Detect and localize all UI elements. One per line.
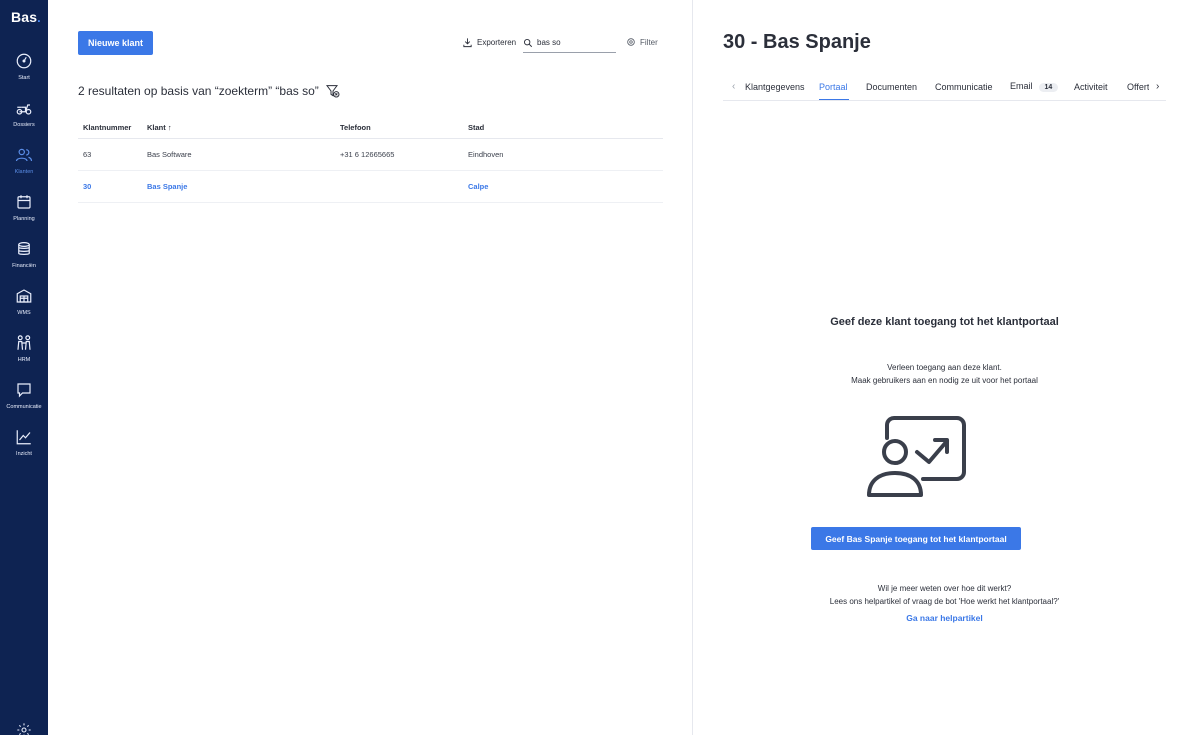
tab-email-label: Email <box>1010 81 1033 91</box>
sidebar-item-label: Communicatie <box>6 404 42 410</box>
sidebar-item-start[interactable]: Start <box>0 52 48 92</box>
cell-stad: Eindhoven <box>463 138 663 171</box>
cell-telefoon: +31 6 12665665 <box>335 138 463 171</box>
tab-documenten[interactable]: Documenten <box>866 82 917 92</box>
cell-telefoon <box>335 170 463 203</box>
download-icon <box>463 38 472 48</box>
clear-filter-icon[interactable] <box>325 83 341 99</box>
column-header-klantnummer[interactable]: Klantnummer <box>78 118 142 139</box>
email-count-badge: 14 <box>1038 83 1059 92</box>
chevron-right-icon[interactable]: › <box>1156 81 1159 92</box>
active-tab-indicator <box>819 99 849 100</box>
sort-asc-icon: ↑ <box>167 123 172 133</box>
export-button[interactable]: Exporteren <box>462 37 516 48</box>
app-logo[interactable]: Bas. <box>11 9 41 25</box>
new-client-button[interactable]: Nieuwe klant <box>78 31 154 55</box>
tab-communicatie[interactable]: Communicatie <box>935 82 993 92</box>
sidebar-item-inzicht[interactable]: Inzicht <box>0 428 48 468</box>
sidebar-item-hrm[interactable]: HRM <box>0 334 48 374</box>
portal-heading: Geef deze klant toegang tot het klantpor… <box>830 316 1059 328</box>
calendar-icon <box>17 195 31 209</box>
cell-klantnummer: 63 <box>78 138 142 171</box>
sidebar-item-label: Dossiers <box>13 122 35 128</box>
sidebar-item-label: HRM <box>17 357 31 363</box>
table-row[interactable]: 30 Bas Spanje Calpe <box>78 170 663 203</box>
sidebar: Bas. Start Dossiers Klanten Planning Fin… <box>0 0 48 735</box>
users-icon <box>15 148 33 162</box>
search-input[interactable] <box>537 38 607 47</box>
client-detail-pane: 30 - Bas Spanje ‹ Klantgegevens Portaal … <box>694 0 1200 735</box>
cell-klant: Bas Software <box>142 138 335 171</box>
sidebar-item-label: WMS <box>17 310 31 316</box>
cell-klant: Bas Spanje <box>142 170 335 203</box>
coins-icon <box>18 242 30 255</box>
tab-activiteit[interactable]: Activiteit <box>1074 82 1108 92</box>
help-text-line: Wil je meer weten over hoe dit werkt? <box>877 584 1012 593</box>
chevron-left-icon[interactable]: ‹ <box>732 81 735 92</box>
tab-offertes[interactable]: Offertes <box>1127 82 1149 92</box>
help-text: Wil je meer weten over hoe dit werkt? Le… <box>723 582 1166 608</box>
search-box <box>523 33 616 53</box>
tab-klantgegevens[interactable]: Klantgegevens <box>745 82 805 92</box>
sidebar-item-financien[interactable]: Financiën <box>0 240 48 280</box>
column-header-stad[interactable]: Stad <box>463 118 663 139</box>
sidebar-item-label: Planning <box>13 216 35 222</box>
table-header-row: Klantnummer Klant ↑ Telefoon Stad <box>78 118 663 139</box>
grant-portal-access-button[interactable]: Geef Bas Spanje toegang tot het klantpor… <box>811 527 1021 550</box>
help-text-line: Lees ons helpartikel of vraag de bot 'Ho… <box>829 597 1060 606</box>
sidebar-item-dossiers[interactable]: Dossiers <box>0 99 48 139</box>
sidebar-item-communicatie[interactable]: Communicatie <box>0 381 48 421</box>
people-icon <box>17 335 31 350</box>
scooter-icon <box>16 104 32 115</box>
search-icon <box>524 38 533 47</box>
portal-access-icon <box>867 416 966 497</box>
cell-stad: Calpe <box>463 170 663 203</box>
sidebar-item-label: Start <box>18 75 30 81</box>
chart-icon <box>16 430 31 445</box>
results-text: 2 resultaten op basis van “zoekterm” “ba… <box>78 84 319 98</box>
detail-tabs: ‹ Klantgegevens Portaal Documenten Commu… <box>723 76 1166 101</box>
gear-icon <box>627 38 635 46</box>
help-article-link[interactable]: Ga naar helpartikel <box>723 613 1166 623</box>
sidebar-item-label: Financiën <box>12 263 36 269</box>
page-title: 30 - Bas Spanje <box>723 31 871 53</box>
column-header-telefoon[interactable]: Telefoon <box>335 118 463 139</box>
results-summary: 2 resultaten op basis van “zoekterm” “ba… <box>78 83 341 99</box>
sidebar-item-label: Klanten <box>14 169 34 175</box>
tab-portaal[interactable]: Portaal <box>819 82 848 92</box>
sidebar-item-klanten[interactable]: Klanten <box>0 146 48 186</box>
tab-email[interactable]: Email 14 <box>1010 81 1059 92</box>
sidebar-item-wms[interactable]: WMS <box>0 287 48 327</box>
chat-icon <box>17 383 31 398</box>
gear-icon[interactable] <box>16 722 32 735</box>
filter-label: Filter <box>640 37 658 47</box>
warehouse-icon <box>16 289 32 303</box>
gauge-icon <box>16 53 32 69</box>
clients-table: Klantnummer Klant ↑ Telefoon Stad 63 Bas… <box>78 118 663 203</box>
export-label: Exporteren <box>477 38 517 47</box>
column-header-klant[interactable]: Klant ↑ <box>142 118 335 139</box>
client-list-pane: Nieuwe klant Exporteren Filter 2 resulta… <box>48 0 693 735</box>
sidebar-item-label: Inzicht <box>16 451 32 457</box>
table-row[interactable]: 63 Bas Software +31 6 12665665 Eindhoven <box>78 138 663 171</box>
portal-desc-line: Maak gebruikers aan en nodig ze uit voor… <box>851 376 1038 385</box>
portal-description: Verleen toegang aan deze klant. Maak geb… <box>723 361 1166 387</box>
cell-klantnummer: 30 <box>78 170 142 203</box>
sidebar-item-planning[interactable]: Planning <box>0 193 48 233</box>
portal-desc-line: Verleen toegang aan deze klant. <box>887 363 1002 372</box>
filter-button[interactable]: Filter <box>626 37 658 47</box>
